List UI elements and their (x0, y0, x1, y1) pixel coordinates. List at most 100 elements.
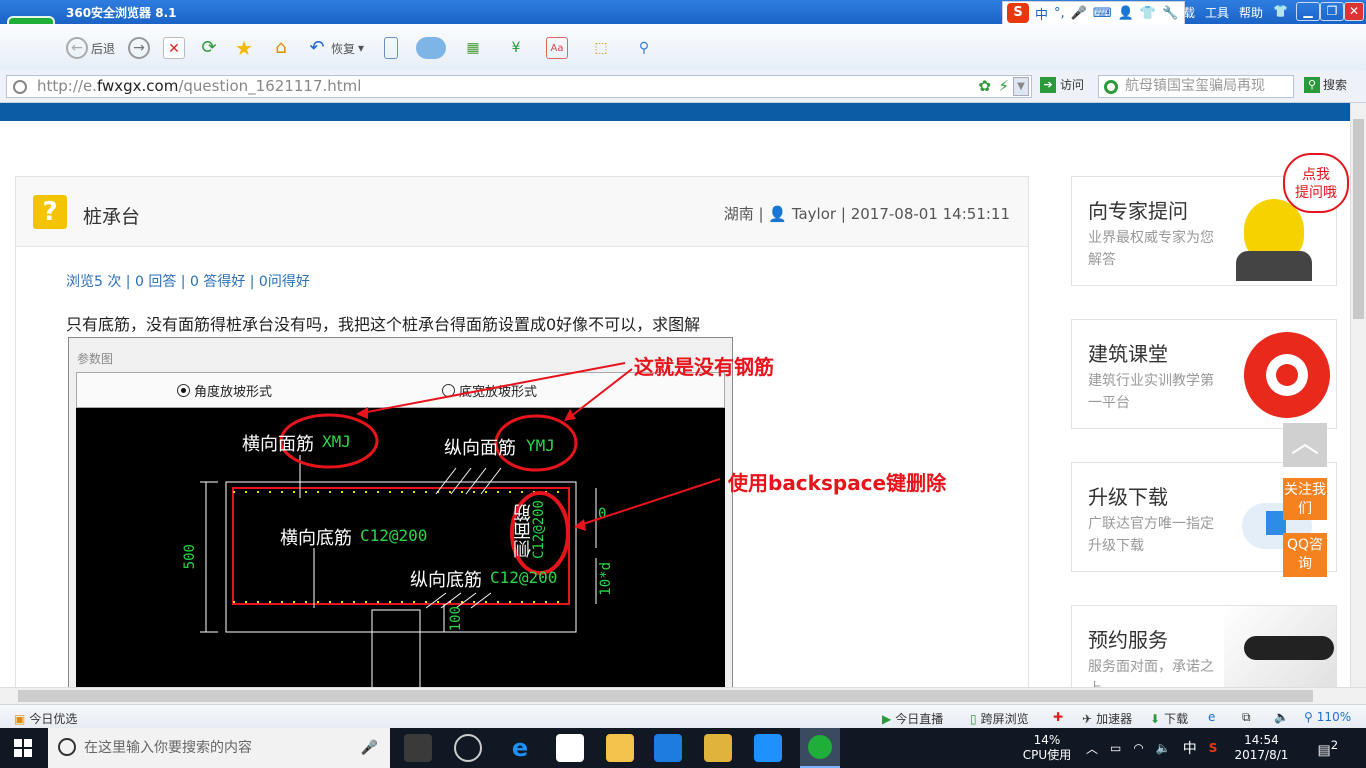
sogou-tray-icon[interactable]: S (1209, 741, 1218, 755)
cross-screen[interactable]: ▯ 跨屏浏览 (970, 710, 1029, 727)
tray-ime[interactable]: 中 (1183, 738, 1197, 758)
minimize-button[interactable]: ▁ (1296, 2, 1320, 21)
cpu-label: CPU使用 (1022, 748, 1072, 762)
ask-expert-title: 向专家提问 (1088, 199, 1188, 223)
annotation-arrows (356, 362, 721, 531)
mobile-icon[interactable] (384, 37, 398, 59)
upgrade-subtitle: 广联达官方唯一指定升级下载 (1088, 516, 1214, 554)
cloud-icon[interactable] (416, 37, 446, 59)
pdf-icon[interactable]: Aa (546, 37, 568, 59)
accelerator[interactable]: ✈ 加速器 (1082, 710, 1132, 727)
taskbar-teamviewer-icon[interactable] (754, 734, 782, 762)
qq-consult-button[interactable]: QQ咨询 (1283, 533, 1327, 577)
building-class-card[interactable]: 建筑课堂 建筑行业实训教学第一平台 (1071, 319, 1337, 429)
system-tray: 14% CPU使用 ︿ ▭ ◠ 🔈 中 S 14:54 2017/8/1 ▤2 (1020, 728, 1338, 768)
download-manager[interactable]: ⬇ 下载 (1150, 710, 1188, 727)
annotation-no-rebar: 这就是没有钢筋 (634, 355, 774, 379)
apps-grid-icon[interactable]: ▦ (462, 37, 484, 59)
back-button[interactable]: ← 后退 (66, 37, 115, 59)
search-icon: ⚲ (1304, 76, 1320, 93)
zoom-label: 110% (1316, 710, 1352, 724)
restore-tab-button[interactable]: ↶ 恢复 ▾ (306, 37, 364, 59)
vertical-scrollbar[interactable] (1350, 103, 1366, 687)
wifi-icon[interactable]: ◠ (1133, 741, 1143, 755)
go-label: 访问 (1060, 78, 1085, 92)
ime-toolbar[interactable]: S 中 °, 🎤 ⌨ 👤 👕 🔧 (1002, 1, 1185, 25)
handshake-image (1224, 606, 1336, 687)
taskbar-glodon-icon[interactable] (654, 734, 682, 762)
navigation-toolbar: ← 后退 → ✕ ⟳ ★ ⌂ ↶ 恢复 ▾ ▦ ¥ Aa ⬚ ⚲ (0, 24, 1366, 70)
zoom-level[interactable]: ⚲ 110% (1304, 710, 1351, 724)
magnifier-icon: ⚲ (1304, 710, 1313, 724)
status-bar: ▣ 今日优选 ▶ 今日直播 ▯ 跨屏浏览 ✚ ✈ 加速器 ⬇ 下载 e ⧉ 🔈 … (0, 704, 1366, 728)
vertical-scroll-thumb[interactable] (1353, 119, 1364, 319)
close-button[interactable]: ✕ (1344, 2, 1364, 21)
menu-bar: 载 工具 帮助 👕 (1183, 4, 1288, 21)
taskbar-edge-icon[interactable]: e (506, 734, 534, 762)
taskbar-search-input[interactable]: 在这里输入你要搜索的内容 🎤 (48, 728, 390, 768)
ime-mode[interactable]: 中 (1035, 4, 1048, 23)
booking-service-card[interactable]: 预约服务 服务面对面，承诺之上 (1071, 605, 1337, 687)
taskbar-app-fan-icon[interactable] (404, 734, 432, 762)
live-label: 今日直播 (895, 712, 944, 726)
screenshot-icon[interactable]: ⬚ (590, 37, 612, 59)
tray-up-chevron-icon[interactable]: ︿ (1086, 740, 1098, 757)
ime-keyboard-icon[interactable]: ⌨ (1093, 6, 1112, 21)
go-button[interactable]: ➔ 访问 (1040, 76, 1084, 93)
refresh-icon[interactable]: ⟳ (198, 37, 220, 59)
notification-center[interactable]: ▤2 (1317, 738, 1338, 759)
horizontal-scroll-thumb[interactable] (18, 690, 1313, 702)
restore-button[interactable]: ❐ (1320, 2, 1344, 21)
daily-picks[interactable]: ▣ 今日优选 (14, 710, 77, 727)
taskbar-notes-icon[interactable] (704, 734, 732, 762)
menu-help[interactable]: 帮助 (1239, 4, 1263, 21)
ime-settings-icon[interactable]: 🔧 (1162, 6, 1178, 21)
menu-tools[interactable]: 工具 (1205, 4, 1229, 21)
home-icon[interactable]: ⌂ (270, 37, 292, 59)
download-arrow-icon: ⬇ (1150, 711, 1161, 726)
speaker-icon[interactable]: 🔈 (1156, 741, 1171, 755)
ie-icon[interactable]: e (1208, 710, 1215, 724)
search-label: 搜索 (1323, 78, 1348, 92)
battery-icon[interactable]: ▭ (1110, 741, 1121, 755)
taskbar-app-swirl-icon[interactable] (454, 734, 482, 762)
volume-icon[interactable]: 🔈 (1274, 710, 1289, 724)
cortana-icon (58, 738, 76, 756)
windows-start-icon[interactable] (14, 739, 32, 757)
ime-skin-icon[interactable]: 👕 (1140, 6, 1156, 21)
cpu-percent: 14% (1033, 733, 1061, 747)
favorite-star-icon[interactable]: ★ (233, 37, 255, 59)
search-input[interactable]: 航母镇国宝玺骗局再现 (1098, 75, 1294, 98)
forward-arrow-icon[interactable]: → (128, 37, 150, 59)
url-input[interactable]: http://e.fwxgx.com/question_1621117.html… (6, 75, 1032, 98)
accelerator-label: 加速器 (1096, 712, 1133, 726)
lightning-icon[interactable]: ⚡ (998, 76, 1009, 97)
windows-icon[interactable]: ⧉ (1242, 710, 1251, 725)
taskbar-360-browser-active[interactable] (800, 728, 840, 768)
cpu-usage[interactable]: 14% CPU使用 (1020, 733, 1074, 763)
back-label: 后退 (91, 41, 116, 56)
horizontal-scrollbar[interactable] (0, 687, 1366, 704)
url-path: /question_1621117.html (178, 77, 362, 95)
ask-bubble[interactable]: 点我 提问哦 (1283, 153, 1349, 213)
sogou-ime-icon[interactable]: S (1007, 3, 1029, 23)
shield-yen-icon[interactable]: ¥ (505, 37, 527, 59)
ime-mic-icon[interactable]: 🎤 (1071, 6, 1087, 21)
live-today[interactable]: ▶ 今日直播 (882, 710, 943, 727)
undo-icon: ↶ (309, 37, 325, 58)
ime-punct[interactable]: °, (1054, 6, 1065, 21)
search-button[interactable]: ⚲ 搜索 (1304, 76, 1347, 93)
taskbar-store-icon[interactable] (556, 734, 584, 762)
ime-user-icon[interactable]: 👤 (1118, 6, 1134, 21)
stop-icon[interactable]: ✕ (163, 37, 185, 59)
skin-icon[interactable]: 👕 (1273, 4, 1288, 21)
zoom-icon[interactable]: ⚲ (633, 37, 655, 59)
clock[interactable]: 14:54 2017/8/1 (1229, 733, 1293, 763)
microphone-icon[interactable]: 🎤 (361, 728, 378, 768)
url-dropdown-icon[interactable]: ▼ (1013, 77, 1029, 96)
speed-icon[interactable]: ✿ (978, 76, 991, 97)
follow-us-button[interactable]: 关注我们 (1283, 478, 1327, 520)
taskbar-explorer-icon[interactable] (606, 734, 634, 762)
back-to-top-button[interactable]: ︿ (1283, 423, 1327, 467)
medic-icon[interactable]: ✚ (1053, 710, 1063, 724)
